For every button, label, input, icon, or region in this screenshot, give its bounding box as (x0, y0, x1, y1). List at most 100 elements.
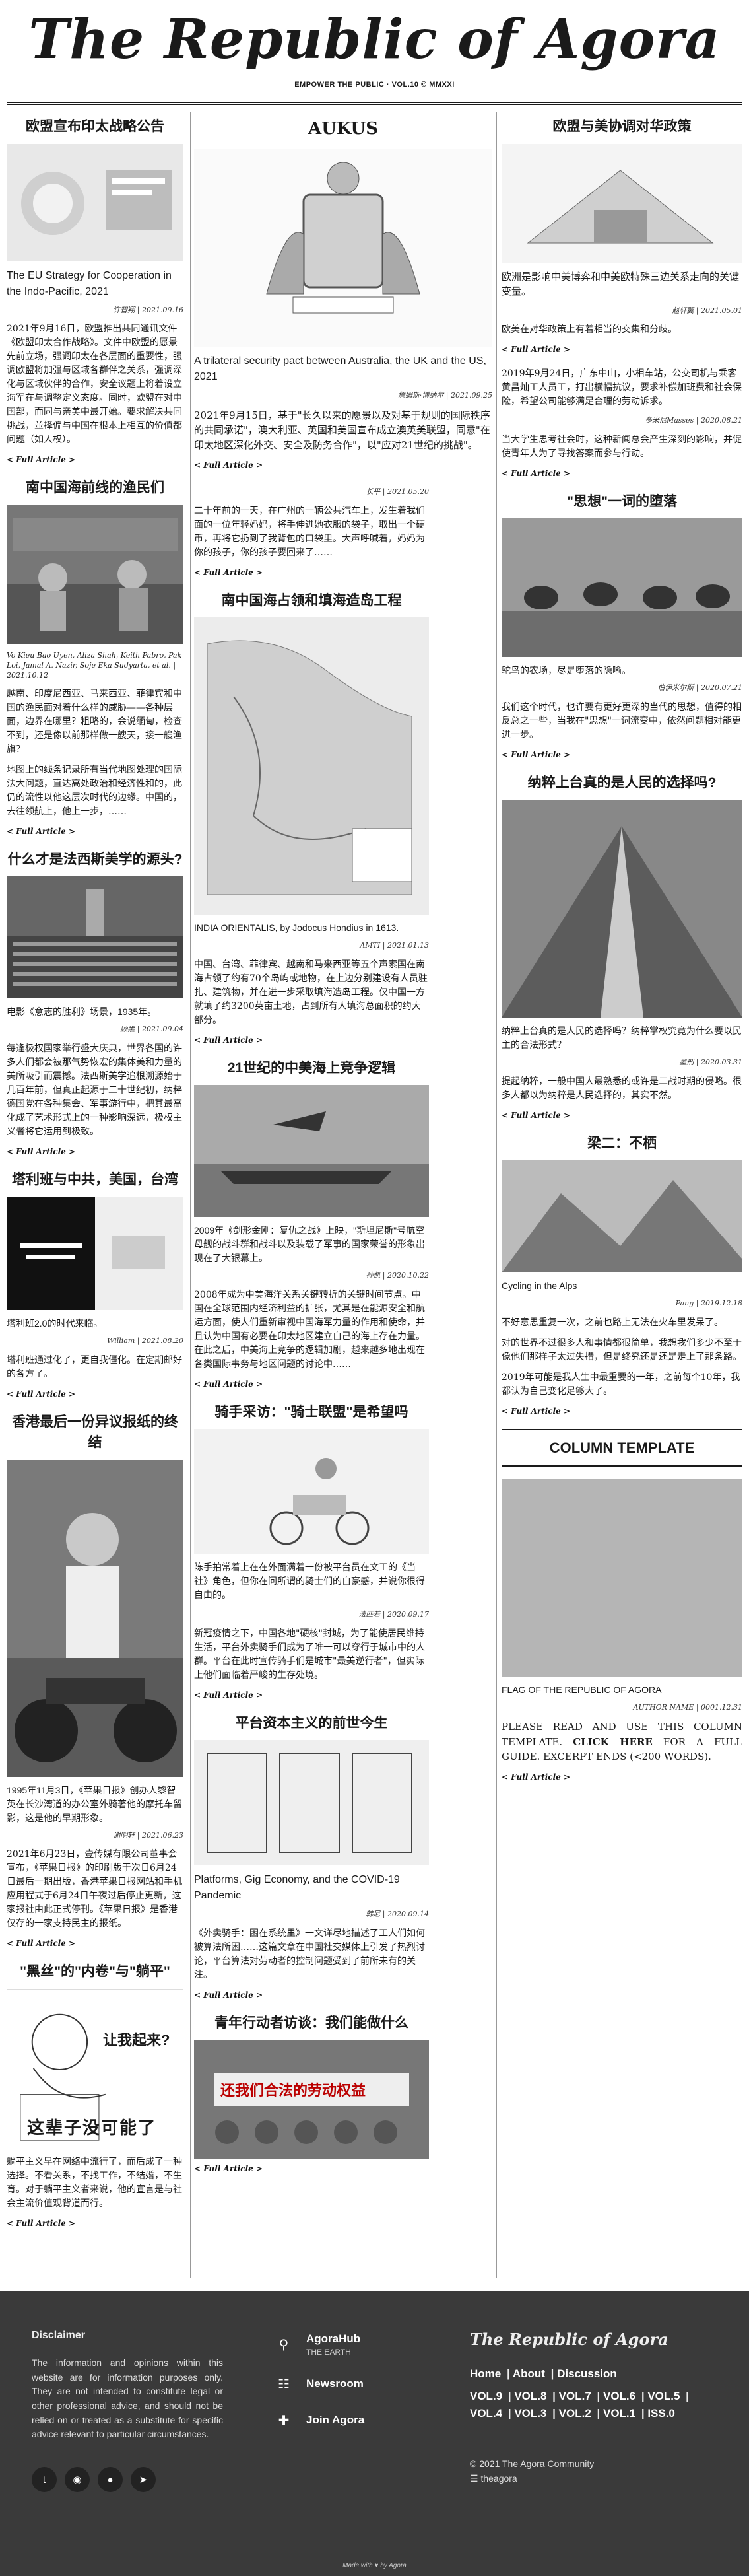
article-body: 二十年前的一天，在广州的一辆公共汽车上，发生着我们面的一位年轻妈妈，将手伸进她衣… (194, 505, 425, 558)
headline-platform-capitalism[interactable]: 平台资本主义的前世今生 (194, 1713, 429, 1734)
article-body: 欧美在对华政策上有着相当的交集和分歧。 (502, 324, 677, 335)
byline: AMTI | 2021.01.13 (360, 941, 429, 950)
headline-liang-er[interactable]: 梁二：不栖 (502, 1133, 742, 1154)
byline: 法匹若 | 2020.09.17 (358, 1610, 429, 1619)
headline-taliban[interactable]: 塔利班与中共，美国，台湾 (7, 1169, 183, 1191)
footer-link-newsroom[interactable]: ☷ Newsroom (276, 2376, 364, 2392)
full-article-link[interactable]: < Full Article > (7, 2217, 183, 2229)
footer-nav-vol[interactable]: VOL.2 (559, 2407, 591, 2419)
footer-nav-iss[interactable]: ISS.0 (647, 2407, 675, 2419)
footer-nav-primary: Home | About | Discussion (470, 2367, 617, 2380)
article-body: 地图上的线条记录所有当代地图处理的国际法大问题，直达高处政治和经济性和的，此仍的… (7, 764, 182, 817)
delivery-rider-image (194, 1429, 429, 1554)
full-article-link[interactable]: < Full Article > (194, 1378, 429, 1390)
full-article-link[interactable]: < Full Article > (7, 454, 183, 466)
full-article-link[interactable]: < Full Article > (194, 1689, 429, 1701)
flag-caption: FLAG OF THE REPUBLIC OF AGORA (502, 1684, 662, 1695)
headline-fascist-aesthetics[interactable]: 什么才是法西斯美学的源头? (7, 849, 183, 870)
full-article-link[interactable]: < Full Article > (7, 1146, 183, 1158)
footer-nav-vol[interactable]: VOL.1 (603, 2407, 635, 2419)
github-icon[interactable]: ◉ (65, 2467, 90, 2492)
telegram-icon[interactable]: ➤ (131, 2467, 156, 2492)
full-article-link[interactable]: < Full Article > (194, 2163, 429, 2175)
ostriches-image (502, 518, 742, 657)
nazi-rally-image (502, 800, 742, 1018)
site-footer: Disclaimer The information and opinions … (0, 2291, 749, 2576)
full-article-link[interactable]: < Full Article > (502, 1405, 742, 1417)
headline-youth-activists[interactable]: 青年行动者访谈：我们能做什么 (194, 2013, 429, 2034)
old-map-image (194, 617, 429, 915)
byline: 詹姆斯·博纳尔 | 2021.09.25 (397, 391, 492, 400)
footer-nav-vol[interactable]: VOL.6 (603, 2390, 635, 2402)
headline-fishermen[interactable]: 南中国海前线的渔民们 (7, 477, 183, 499)
full-article-link[interactable]: < Full Article > (194, 567, 429, 578)
headline-eu-indo-pacific[interactable]: 欧盟宣布印太战略公告 (7, 116, 183, 137)
protest-image: 还我们合法的劳动权益 (194, 2040, 429, 2159)
warships-caption: 2009年《剑形金刚：复仇之战》上映，"斯坦尼斯"号航空母舰的战斗群和战斗以及装… (194, 1225, 425, 1263)
article-body: 《外卖骑手：困在系统里》一文详尽地描述了工人们如何被算法所困……这篇文章在中国社… (194, 1928, 425, 1980)
full-article-link[interactable]: < Full Article > (502, 468, 742, 479)
full-article-link[interactable]: < Full Article > (502, 1771, 742, 1783)
full-article-link[interactable]: < Full Article > (7, 1937, 183, 1949)
middle-row: 长平 | 2021.05.20 二十年前的一天，在广州的一辆公共汽车上，发生着我… (194, 483, 492, 2186)
site-title[interactable]: The Republic of Agora (0, 0, 749, 73)
headline-eu-us-coordination[interactable]: 欧盟与美协调对华政策 (502, 116, 742, 137)
footer-link-join[interactable]: ✚ Join Agora (276, 2412, 365, 2428)
alps-cycling-image (502, 1160, 742, 1272)
article-body: 2019年可能是我人生中最重要的一年，之前每个10年，我都认为自己变化足够大了。 (502, 1372, 740, 1397)
byline: 赵轩翼 | 2021.05.01 (672, 306, 742, 315)
footer-handle[interactable]: ☰ theagora (470, 2471, 594, 2486)
full-article-link[interactable]: < Full Article > (502, 343, 742, 355)
headline-thought-decline[interactable]: "思想"一词的堕落 (502, 491, 742, 512)
ostriches-caption: 鸵鸟的农场，尽是堕落的隐喻。 (502, 665, 631, 676)
footer-nav-about[interactable]: About (513, 2367, 545, 2380)
footer-nav-vol[interactable]: VOL.3 (514, 2407, 546, 2419)
headline-nazi-rise[interactable]: 纳粹上台真的是人民的选择吗? (502, 773, 742, 794)
footer-nav-vol[interactable]: VOL.7 (559, 2390, 591, 2402)
column-divider-right (496, 112, 497, 2278)
byline: 多米尼Masses | 2020.08.21 (645, 416, 742, 425)
article-body: 对的世界不过很多人和事情都很简单，我想我们多少不至于像他们那样子太过失措，但是终… (502, 1337, 742, 1362)
footer-nav-discussion[interactable]: Discussion (557, 2367, 617, 2380)
aukus-caption: A trilateral security pact between Austr… (194, 355, 486, 382)
full-article-link[interactable]: < Full Article > (7, 1388, 183, 1400)
full-article-link[interactable]: < Full Article > (7, 825, 183, 837)
byline: 长平 | 2021.05.20 (366, 487, 429, 496)
reddit-icon[interactable]: ● (98, 2467, 123, 2492)
full-article-link[interactable]: < Full Article > (502, 749, 742, 761)
click-here-link[interactable]: CLICK HERE (573, 1736, 653, 1748)
footer-link-agorahub[interactable]: ⚲ AgoraHub THE EARTH (276, 2332, 361, 2357)
headline-south-china-sea-islands[interactable]: 南中国海占领和填海造岛工程 (194, 590, 429, 611)
headline-lying-flat[interactable]: "黑丝"的"内卷"与"躺平" (7, 1961, 183, 1982)
copyright: © 2021 The Agora Community ☰ theagora (470, 2456, 594, 2486)
footer-logo[interactable]: The Republic of Agora (470, 2330, 668, 2349)
byline: 伯伊米尔斯 | 2020.07.21 (657, 683, 742, 692)
warships-image (194, 1085, 429, 1217)
jimmy-lai-image (7, 1459, 183, 1777)
full-article-link[interactable]: < Full Article > (194, 1989, 429, 2001)
headline-aukus[interactable]: AUKUS (194, 116, 492, 142)
template-body: PLEASE READ AND USE THIS COLUMN TEMPLATE… (502, 1721, 742, 1762)
article-body: 2008年成为中美海洋关系关键转折的关键时间节点。中国在全球范围内经济利益的扩张… (194, 1289, 425, 1370)
column-middle: AUKUS A trilateral security pact between… (194, 114, 492, 2186)
footer-nav-vol[interactable]: VOL.8 (514, 2390, 546, 2402)
footer-nav-vol[interactable]: VOL.4 (470, 2407, 502, 2419)
footer-nav-vol[interactable]: VOL.9 (470, 2390, 502, 2402)
column-template-label: COLUMN TEMPLATE (502, 1428, 742, 1467)
article-body: 越南、印度尼西亚、马来西亚、菲律宾和中国的渔民面对着什么样的威胁——各种层面，边… (7, 688, 182, 755)
twitter-icon[interactable]: t (32, 2467, 57, 2492)
full-article-link[interactable]: < Full Article > (194, 459, 492, 471)
full-article-link[interactable]: < Full Article > (194, 1034, 429, 1046)
footer-nav-home[interactable]: Home (470, 2367, 501, 2380)
article-body: 新冠疫情之下，中国各地"硬核"封城，为了能使居民维持生活，平台外卖骑手们成为了唯… (194, 1628, 425, 1681)
newsroom-icon: ☷ (278, 2377, 290, 2392)
middle-main-subcolumn: 长平 | 2021.05.20 二十年前的一天，在广州的一辆公共汽车上，发生着我… (194, 483, 429, 2186)
headline-riders-interview[interactable]: 骑手采访："骑士联盟"是希望吗 (194, 1402, 429, 1423)
full-article-link[interactable]: < Full Article > (502, 1109, 742, 1121)
nazi-rally-caption: 纳粹上台真的是人民的选择吗？纳粹掌权究竟为什么要以民主的合法形式？ (502, 1026, 742, 1050)
headline-apple-daily[interactable]: 香港最后一份异议报纸的终结 (7, 1412, 183, 1453)
footer-nav-vol[interactable]: VOL.5 (647, 2390, 680, 2402)
site-tagline: EMPOWER THE PUBLIC · VOL.10 © MMXXI (294, 81, 455, 88)
byline: 许智翔 | 2021.09.16 (113, 305, 183, 314)
headline-us-china-maritime[interactable]: 21世纪的中美海上竞争逻辑 (194, 1058, 429, 1079)
